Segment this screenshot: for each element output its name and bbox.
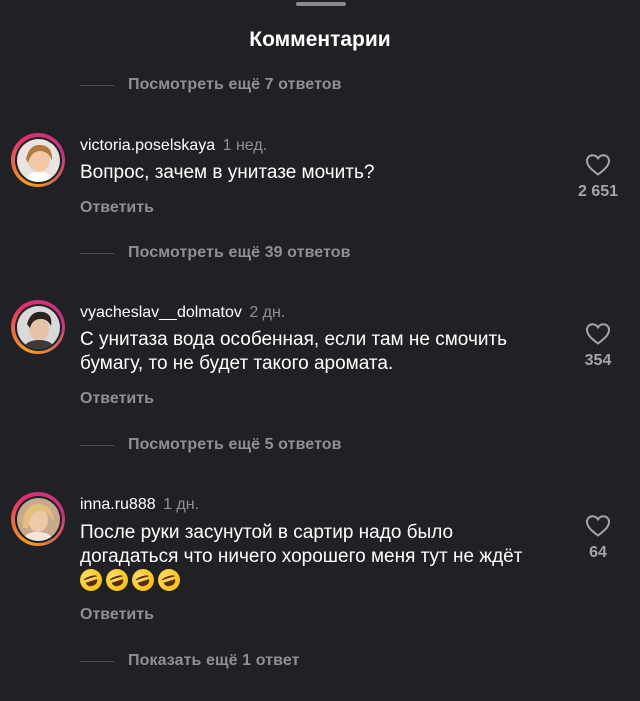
like-button[interactable]: 64	[568, 514, 628, 562]
like-count: 64	[589, 544, 607, 561]
timestamp: 1 дн.	[163, 496, 200, 513]
view-more-replies-label: Посмотреть ещё 5 ответов	[128, 436, 342, 453]
show-more-replies-label: Показать ещё 1 ответ	[128, 652, 300, 669]
avatar-image	[16, 305, 60, 349]
heart-outline-icon[interactable]	[585, 322, 611, 346]
avatar[interactable]	[11, 492, 65, 546]
comment-text: С унитаза вода особенная, если там не см…	[80, 329, 508, 374]
like-button[interactable]: 354	[568, 322, 628, 370]
timestamp: 2 дн.	[249, 304, 286, 321]
view-more-replies-label: Посмотреть ещё 39 ответов	[128, 244, 351, 261]
emoji-group	[77, 566, 184, 594]
like-count: 354	[584, 352, 612, 369]
comment-text: Вопрос, зачем в унитазе мочить?	[80, 162, 375, 183]
rolling-on-floor-laughing-icon	[77, 566, 105, 594]
comment-meta: vyacheslav__dolmatov 2 дн.	[80, 304, 285, 322]
avatar-image	[16, 497, 60, 541]
comment-meta: victoria.poselskaya 1 нед.	[80, 137, 267, 155]
rolling-on-floor-laughing-icon	[155, 566, 183, 594]
timestamp: 1 нед.	[222, 137, 268, 154]
username[interactable]: inna.ru888	[80, 496, 156, 513]
view-more-replies-top[interactable]: Посмотреть ещё 7 ответов	[80, 74, 342, 96]
username[interactable]: vyacheslav__dolmatov	[80, 304, 242, 321]
username[interactable]: victoria.poselskaya	[80, 137, 215, 154]
sheet-grabber[interactable]	[296, 2, 346, 6]
divider	[80, 84, 114, 86]
comment-meta: inna.ru888 1 дн.	[80, 496, 199, 514]
divider	[80, 252, 114, 254]
view-more-replies-1[interactable]: Посмотреть ещё 39 ответов	[80, 242, 351, 264]
like-count: 2 651	[577, 183, 619, 200]
comment-text: После руки засунутой в сартир надо было …	[80, 522, 523, 567]
show-more-replies-3[interactable]: Показать ещё 1 ответ	[80, 650, 300, 672]
like-button[interactable]: 2 651	[568, 153, 628, 201]
rolling-on-floor-laughing-icon	[103, 566, 131, 594]
heart-outline-icon[interactable]	[585, 153, 611, 177]
avatar[interactable]	[11, 133, 65, 187]
view-more-replies-label: Посмотреть ещё 7 ответов	[128, 76, 342, 93]
comment-text-block: После руки засунутой в сартир надо было …	[77, 521, 550, 594]
avatar[interactable]	[11, 300, 65, 354]
reply-button[interactable]: Ответить	[80, 199, 154, 217]
reply-button[interactable]: Ответить	[80, 390, 154, 408]
reply-button[interactable]: Ответить	[80, 606, 154, 624]
rolling-on-floor-laughing-icon	[129, 566, 157, 594]
view-more-replies-2[interactable]: Посмотреть ещё 5 ответов	[80, 434, 342, 456]
heart-outline-icon[interactable]	[585, 514, 611, 538]
avatar-image	[16, 138, 60, 182]
divider	[80, 660, 114, 662]
divider	[80, 444, 114, 446]
page-title: Комментарии	[249, 28, 391, 51]
